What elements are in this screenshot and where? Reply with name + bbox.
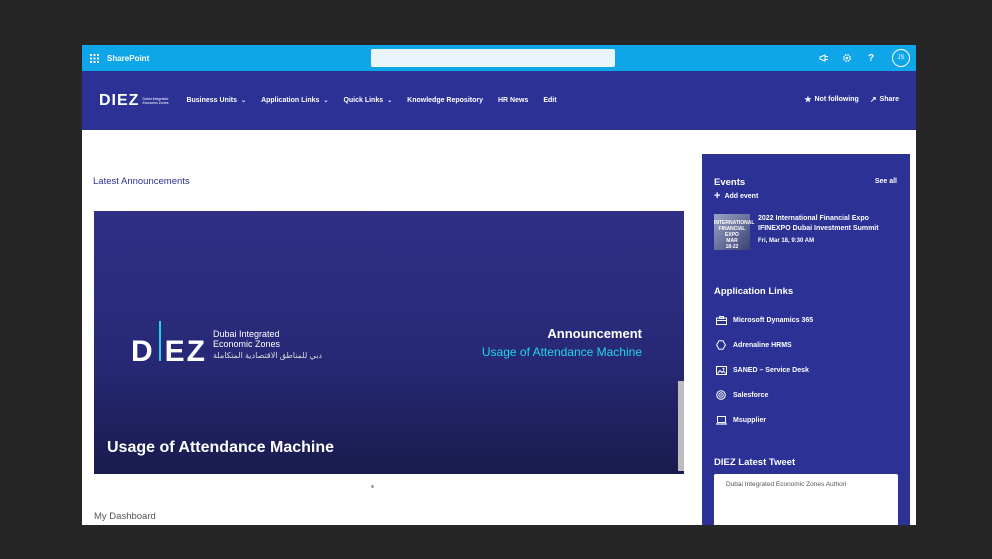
hexagon-icon	[714, 340, 728, 350]
applink-dynamics[interactable]: Microsoft Dynamics 365	[714, 315, 813, 325]
nav-label: Knowledge Repository	[407, 97, 483, 104]
target-icon	[714, 390, 728, 400]
hero-logo-text: D EZ	[131, 321, 207, 369]
applink-label: SANED – Service Desk	[733, 366, 809, 374]
logo-text: DIEZ	[99, 91, 140, 109]
hero-caption: Usage of Attendance Machine	[107, 439, 335, 456]
application-links-title: Application Links	[714, 286, 794, 297]
hero-logo-sub-line1: Dubai Integrated	[213, 329, 280, 339]
nav-label: Business Units	[186, 97, 238, 104]
share-button[interactable]: ↗ Share	[870, 95, 899, 104]
nav-label: HR News	[498, 97, 529, 104]
chevron-down-icon: ⌄	[241, 98, 247, 104]
tweet-section-title: DIEZ Latest Tweet	[714, 457, 796, 468]
carousel-dot[interactable]	[371, 485, 374, 488]
event-thumbnail[interactable]: INTERNATIONAL FINANCIAL EXPO MAR 18-22	[714, 214, 754, 250]
avatar[interactable]: JS	[892, 49, 910, 67]
follow-label: Not following	[814, 96, 859, 103]
image-icon	[714, 365, 728, 375]
tweet-account: Dubai Integrated Economic Zones Authori	[726, 481, 847, 488]
sharepoint-window: SharePoint ? JS DIEZ Dubai Integrated Ec…	[82, 45, 916, 525]
site-header: DIEZ Dubai Integrated Economic Zones Bus…	[82, 71, 916, 130]
nav-label: Quick Links	[343, 97, 384, 104]
tweet-card[interactable]: Dubai Integrated Economic Zones Authori	[714, 474, 898, 525]
hero-logo-sub-line2: Economic Zones	[213, 339, 281, 349]
applink-saned[interactable]: SANED – Service Desk	[714, 365, 809, 375]
hero-subtitle: Usage of Attendance Machine	[481, 345, 642, 359]
hero-kicker: Announcement	[547, 326, 642, 341]
applink-label: Microsoft Dynamics 365	[733, 316, 814, 324]
help-icon[interactable]: ?	[863, 50, 879, 66]
event-thumb-line: FINANCIAL EXPO	[718, 226, 746, 238]
star-icon: ★	[804, 95, 812, 104]
applink-msupplier[interactable]: Msupplier	[714, 415, 766, 425]
megaphone-icon[interactable]	[816, 50, 832, 66]
top-navigation: Business Units ⌄ Application Links ⌄ Qui…	[186, 97, 571, 104]
nav-edit[interactable]: Edit	[543, 97, 556, 104]
nav-application-links[interactable]: Application Links ⌄	[261, 97, 328, 104]
nav-business-units[interactable]: Business Units ⌄	[186, 97, 246, 104]
nav-label: Edit	[543, 97, 557, 104]
app-launcher-icon[interactable]	[86, 53, 102, 63]
hero-logo-arabic: دبي للمناطق الاقتصادية المتكاملة	[213, 351, 322, 360]
nav-label: Application Links	[261, 97, 320, 104]
hero-logo-bar	[158, 321, 161, 361]
event-time: Fri, Mar 18, 9:30 AM	[758, 238, 815, 244]
nav-hr-news[interactable]: HR News	[498, 97, 528, 104]
hero-logo: D EZ Dubai Integrated Economic Zones دبي …	[131, 321, 322, 369]
briefcase-icon	[714, 315, 728, 325]
site-logo[interactable]: DIEZ Dubai Integrated Economic Zones	[99, 92, 172, 110]
nav-quick-links[interactable]: Quick Links ⌄	[343, 97, 392, 104]
announcement-hero[interactable]: D EZ Dubai Integrated Economic Zones دبي …	[94, 211, 684, 474]
section-title-dashboard: My Dashboard	[94, 511, 156, 522]
events-see-all-link[interactable]: See all	[875, 178, 897, 185]
add-event-label: Add event	[724, 192, 759, 200]
right-panel: Events See all + Add event INTERNATIONAL…	[702, 154, 910, 525]
hero-logo-subtext: Dubai Integrated Economic Zones دبي للمن…	[213, 329, 322, 361]
follow-button[interactable]: ★ Not following	[804, 95, 859, 104]
share-icon: ↗	[869, 95, 877, 104]
applink-adrenaline[interactable]: Adrenaline HRMS	[714, 340, 792, 350]
app-title[interactable]: SharePoint	[107, 54, 149, 63]
event-title[interactable]: 2022 International Financial Expo IFINEX…	[758, 214, 898, 234]
event-thumb-line: 18-22	[725, 244, 739, 250]
hero-scrollbar[interactable]	[678, 381, 684, 471]
gear-icon[interactable]	[839, 50, 855, 66]
logo-subtext: Dubai Integrated Economic Zones	[142, 96, 169, 105]
chevron-down-icon: ⌄	[387, 98, 393, 104]
add-event-button[interactable]: + Add event	[714, 190, 759, 202]
applink-label: Salesforce	[733, 391, 769, 399]
share-label: Share	[879, 96, 899, 103]
section-title-announcements: Latest Announcements	[93, 176, 190, 187]
laptop-icon	[714, 415, 728, 425]
applink-label: Msupplier	[733, 416, 767, 424]
applink-salesforce[interactable]: Salesforce	[714, 390, 768, 400]
events-title: Events	[714, 177, 746, 188]
plus-icon: +	[714, 190, 721, 202]
nav-knowledge-repository[interactable]: Knowledge Repository	[407, 97, 483, 104]
search-input[interactable]	[371, 49, 615, 67]
chevron-down-icon: ⌄	[323, 98, 329, 104]
suite-bar: SharePoint ? JS	[82, 45, 916, 71]
applink-label: Adrenaline HRMS	[733, 341, 792, 349]
header-actions: ★ Not following ↗ Share	[793, 95, 899, 104]
